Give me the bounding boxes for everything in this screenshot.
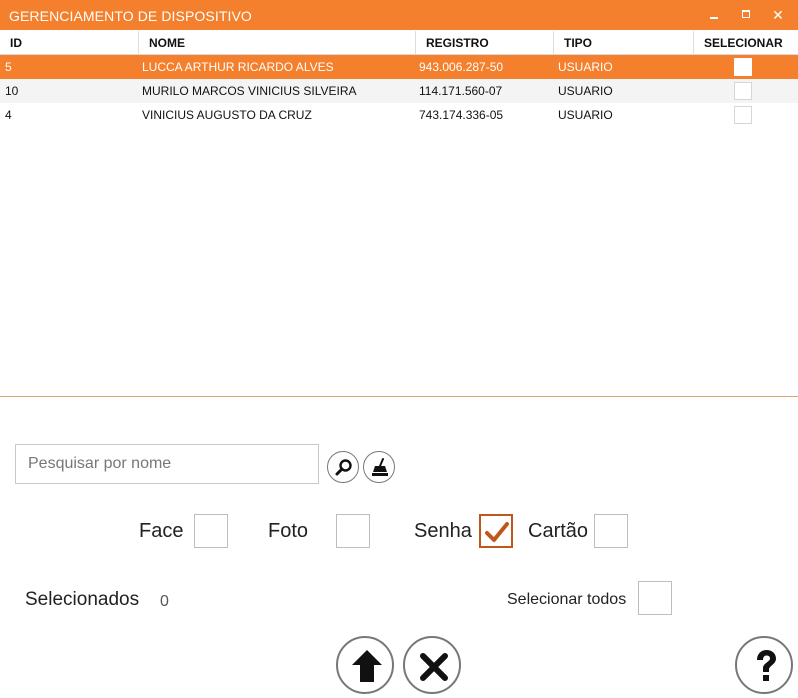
- selected-count: 0: [160, 593, 169, 610]
- close-button[interactable]: ✕: [769, 6, 787, 24]
- maximize-button[interactable]: [737, 6, 755, 24]
- question-icon: [757, 650, 776, 681]
- upload-button[interactable]: [336, 636, 394, 694]
- minimize-icon: [710, 17, 718, 19]
- column-header-registro[interactable]: REGISTRO: [416, 31, 554, 55]
- option-face-checkbox[interactable]: [194, 514, 228, 548]
- row-select-checkbox[interactable]: [734, 58, 752, 76]
- option-senha-label: Senha: [414, 520, 472, 542]
- column-header-selecionar[interactable]: SELECIONAR: [694, 31, 798, 55]
- cancel-button[interactable]: [403, 636, 461, 694]
- cell-nome: VINICIUS AUGUSTO DA CRUZ: [142, 108, 312, 122]
- table-row[interactable]: 10 MURILO MARCOS VINICIUS SILVEIRA 114.1…: [0, 79, 798, 103]
- arrow-up-icon: [352, 650, 382, 682]
- row-select-checkbox[interactable]: [734, 82, 752, 100]
- clear-search-button[interactable]: [363, 451, 395, 483]
- option-cartao-checkbox[interactable]: [594, 514, 628, 548]
- selected-label: Selecionados: [25, 589, 140, 610]
- maximize-icon: [742, 10, 750, 18]
- select-all-label: Selecionar todos: [507, 591, 627, 608]
- broom-icon: [372, 458, 388, 476]
- cell-nome: MURILO MARCOS VINICIUS SILVEIRA: [142, 84, 357, 98]
- search-input[interactable]: [15, 444, 319, 484]
- select-all-checkbox[interactable]: [638, 581, 672, 615]
- cell-nome: LUCCA ARTHUR RICARDO ALVES: [142, 60, 334, 74]
- window-title: GERENCIAMENTO DE DISPOSITIVO: [9, 8, 252, 24]
- row-select-checkbox[interactable]: [734, 106, 752, 124]
- checkmark-icon: [485, 522, 509, 542]
- cell-registro: 943.006.287-50: [419, 60, 504, 74]
- cell-tipo: USUARIO: [558, 84, 613, 98]
- help-button[interactable]: [735, 636, 793, 694]
- option-cartao-label: Cartão: [528, 520, 589, 542]
- device-table: ID NOME REGISTRO TIPO SELECIONAR 5 LUCCA…: [0, 31, 798, 127]
- search-button[interactable]: [327, 451, 359, 483]
- search-icon: [335, 459, 352, 476]
- column-header-tipo[interactable]: TIPO: [554, 31, 694, 55]
- cell-id: 10: [5, 84, 19, 98]
- table-row[interactable]: 5 LUCCA ARTHUR RICARDO ALVES 943.006.287…: [0, 55, 798, 79]
- cell-id: 4: [5, 108, 12, 122]
- cell-tipo: USUARIO: [558, 60, 613, 74]
- cell-tipo: USUARIO: [558, 108, 613, 122]
- cell-registro: 743.174.336-05: [419, 108, 504, 122]
- close-icon: ✕: [772, 7, 784, 23]
- table-header: ID NOME REGISTRO TIPO SELECIONAR: [0, 31, 798, 55]
- option-face-label: Face: [139, 520, 184, 542]
- option-senha-checkbox[interactable]: [479, 514, 513, 548]
- minimize-button[interactable]: [705, 6, 723, 24]
- section-divider: [0, 396, 798, 397]
- column-header-id[interactable]: ID: [0, 31, 139, 55]
- title-bar: GERENCIAMENTO DE DISPOSITIVO ✕: [0, 0, 798, 30]
- option-foto-checkbox[interactable]: [336, 514, 370, 548]
- column-header-nome[interactable]: NOME: [139, 31, 416, 55]
- option-foto-label: Foto: [268, 520, 309, 542]
- cell-id: 5: [5, 60, 12, 74]
- x-icon: [420, 653, 448, 681]
- cell-registro: 114.171.560-07: [419, 84, 503, 98]
- table-row[interactable]: 4 VINICIUS AUGUSTO DA CRUZ 743.174.336-0…: [0, 103, 798, 127]
